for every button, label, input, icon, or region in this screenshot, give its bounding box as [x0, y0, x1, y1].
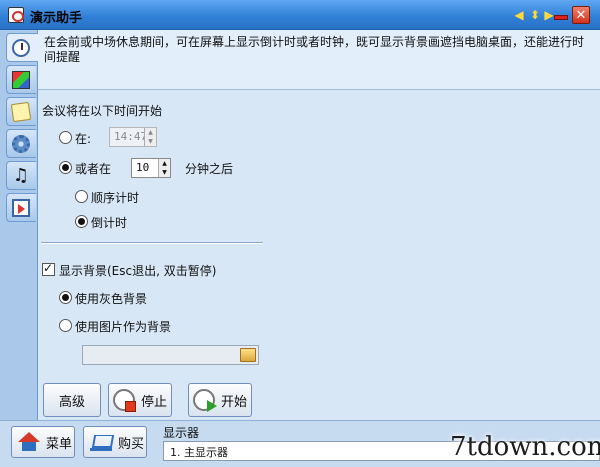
paint-icon [12, 71, 30, 89]
note-icon [10, 101, 32, 123]
tab-settings[interactable] [6, 129, 36, 158]
radio-image-background[interactable] [59, 319, 72, 332]
screen-icon [12, 199, 30, 217]
image-path-input[interactable] [82, 345, 259, 365]
cart-icon [90, 433, 112, 451]
radio-count-down[interactable] [75, 215, 88, 228]
watermark-text: 7tdown.com [450, 432, 600, 462]
radio-after-minutes[interactable] [59, 161, 72, 174]
move-left-icon[interactable]: ◀ [511, 7, 527, 23]
start-label: 开始 [220, 394, 247, 410]
buy-label: 购买 [118, 436, 145, 452]
stopwatch-start-icon [192, 389, 217, 412]
description-text: 在会前或中场休息期间，可在屏幕上显示倒计时或者时钟，既可显示背景画遮挡电脑桌面，… [38, 30, 600, 90]
buy-button[interactable]: 购买 [83, 426, 147, 458]
count-down-label: 倒计时 [91, 216, 128, 230]
tab-paint[interactable] [6, 65, 36, 94]
stopwatch-icon [12, 39, 30, 57]
tab-screen[interactable] [6, 193, 36, 222]
menu-button[interactable]: 菜单 [11, 426, 75, 458]
display-value: 1. 主显示器 [170, 446, 228, 459]
start-button[interactable]: 开始 [188, 383, 252, 417]
stop-button[interactable]: 停止 [108, 383, 172, 417]
tab-music[interactable]: ♫ [6, 161, 36, 190]
minutes-input[interactable]: 10 ▲ ▼ [131, 158, 171, 178]
close-button[interactable]: ✕ [572, 6, 590, 24]
show-background-label: 显示背景(Esc退出, 双击暂停) [59, 264, 217, 278]
display-label: 显示器 [163, 426, 200, 440]
minutes-suffix: 分钟之后 [185, 162, 234, 176]
tab-timer[interactable] [6, 33, 39, 62]
home-icon [18, 432, 40, 452]
radio-count-up[interactable] [75, 190, 88, 203]
time-value: 14:47 [114, 130, 148, 143]
radio-at-time[interactable] [59, 131, 72, 144]
image-background-label: 使用图片作为背景 [75, 320, 172, 334]
or-label: 或者在 [75, 162, 112, 176]
sidebar: ♫ [0, 30, 39, 420]
show-background-checkbox[interactable] [42, 261, 55, 276]
section-divider [41, 242, 263, 244]
main-panel: 在会前或中场休息期间，可在屏幕上显示倒计时或者时钟，既可显示背景画遮挡电脑桌面，… [38, 30, 600, 420]
menu-label: 菜单 [46, 436, 73, 452]
window-title: 演示助手 [30, 11, 83, 26]
at-label: 在: [75, 132, 92, 146]
tab-note[interactable] [6, 97, 36, 126]
time-stepper-icon[interactable]: ▲ ▼ [144, 128, 156, 146]
folder-icon[interactable] [240, 348, 256, 362]
radio-gray-background[interactable] [59, 291, 72, 304]
minutes-value: 10 [136, 161, 150, 174]
gear-icon [12, 135, 30, 153]
minimize-icon [554, 14, 568, 20]
time-input[interactable]: 14:47 ▲ ▼ [109, 127, 157, 147]
stop-label: 停止 [140, 394, 167, 410]
music-icon: ♫ [12, 165, 30, 186]
app-icon [8, 7, 24, 23]
advanced-label: 高级 [58, 394, 85, 410]
stopwatch-stop-icon [112, 389, 136, 412]
title-bar[interactable]: 演示助手 ◀ ⬍ ▶ ✕ [0, 0, 600, 30]
minimize-button[interactable] [552, 7, 570, 23]
minutes-stepper-icon[interactable]: ▲ ▼ [158, 159, 170, 177]
advanced-button[interactable]: 高级 [43, 383, 101, 417]
count-up-label: 顺序计时 [91, 191, 140, 205]
start-heading: 会议将在以下时间开始 [42, 104, 163, 118]
gray-background-label: 使用灰色背景 [75, 292, 148, 306]
